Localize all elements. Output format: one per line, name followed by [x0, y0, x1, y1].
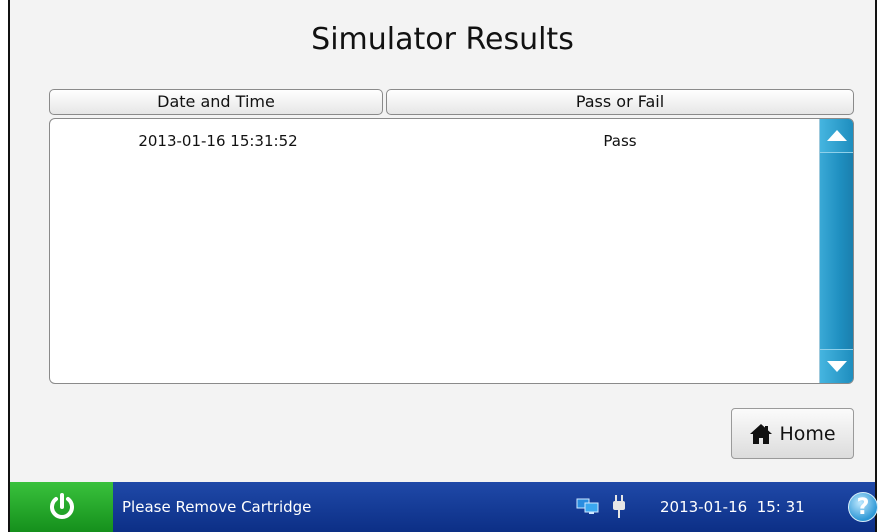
vertical-scrollbar[interactable]: [819, 119, 853, 383]
status-message: Please Remove Cartridge: [122, 498, 312, 516]
app-window: Simulator Results Date and Time Pass or …: [8, 0, 878, 532]
cell-date-time: 2013-01-16 15:31:52: [138, 132, 298, 150]
column-header-pass-fail[interactable]: Pass or Fail: [386, 89, 854, 115]
network-icon: [576, 498, 599, 514]
cell-pass-fail: Pass: [603, 132, 637, 150]
home-button[interactable]: Home: [731, 408, 854, 459]
home-icon: [750, 423, 773, 444]
arrow-up-icon: [827, 130, 847, 141]
help-icon: ?: [856, 495, 870, 520]
scroll-up-button[interactable]: [820, 119, 853, 153]
power-button[interactable]: [10, 482, 113, 532]
home-button-label: Home: [779, 422, 836, 445]
page-title: Simulator Results: [311, 22, 574, 57]
plug-icon: [613, 495, 625, 518]
table-row[interactable]: 2013-01-16 15:31:52 Pass: [50, 119, 820, 150]
status-clock: 2013-01-16 15: 31: [660, 498, 805, 516]
power-icon: [49, 493, 74, 519]
status-bar: Please Remove Cartridge 2013-01-16 15: 3…: [10, 482, 878, 532]
scroll-down-button[interactable]: [820, 349, 853, 383]
arrow-down-icon: [827, 361, 847, 372]
help-button[interactable]: ?: [848, 492, 878, 522]
results-table: 2013-01-16 15:31:52 Pass: [49, 118, 854, 384]
column-header-date-time[interactable]: Date and Time: [49, 89, 383, 115]
